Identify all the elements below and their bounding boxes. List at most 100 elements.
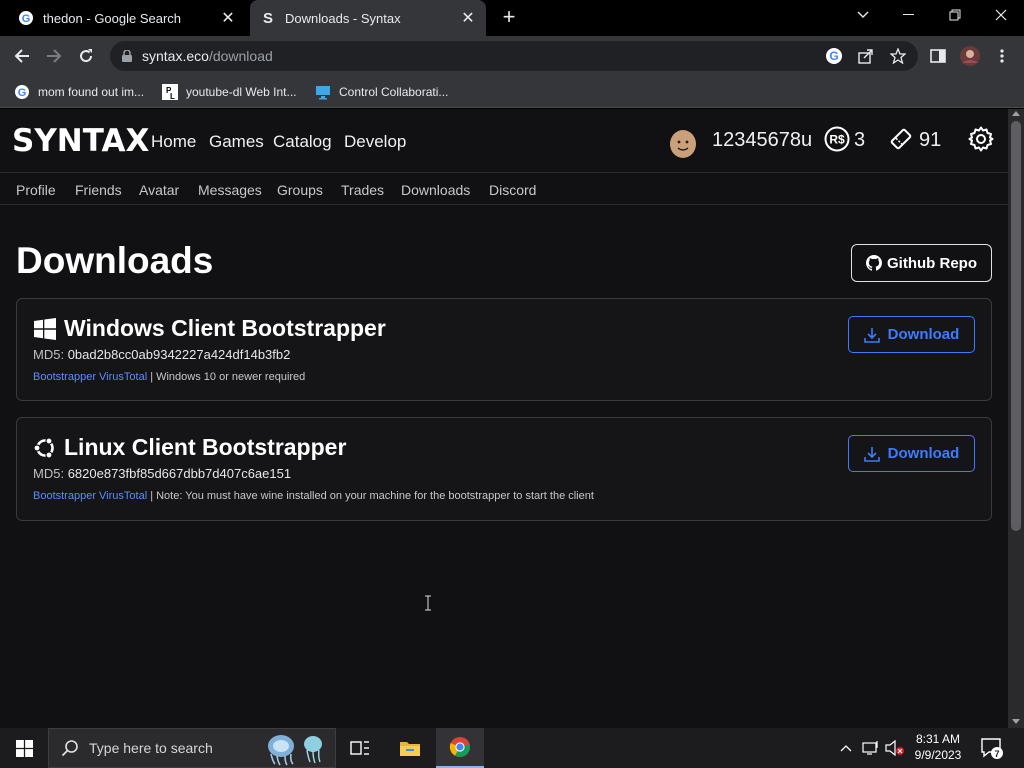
bookmark-item[interactable]: Control Collaborati... (315, 81, 448, 103)
lock-icon[interactable] (120, 49, 134, 63)
svg-text:G: G (829, 49, 838, 63)
virustotal-link[interactable]: Bootstrapper VirusTotal (33, 371, 147, 383)
google-g-icon: G (18, 10, 34, 26)
subnav-friends[interactable]: Friends (75, 182, 122, 198)
share-icon[interactable] (854, 44, 878, 68)
linux-bootstrapper-card: Linux Client Bootstrapper MD5: 6820e873f… (16, 417, 992, 521)
user-avatar[interactable] (669, 127, 697, 159)
google-lens-icon[interactable]: G (822, 44, 846, 68)
tab-title: thedon - Google Search (43, 10, 182, 26)
restore-icon[interactable] (932, 0, 978, 30)
tab-google-search[interactable]: G thedon - Google Search ✕ (8, 0, 246, 36)
windows-bootstrapper-card: Windows Client Bootstrapper MD5: 0bad2b8… (16, 298, 992, 401)
forward-arrow-icon[interactable] (42, 44, 66, 68)
download-icon (863, 446, 880, 462)
menu-kebab-icon[interactable] (990, 44, 1014, 68)
file-explorer-icon[interactable] (386, 728, 434, 768)
bookmark-item[interactable]: G mom found out im... (14, 81, 144, 103)
task-view-icon[interactable] (336, 728, 384, 768)
chrome-icon[interactable] (436, 728, 484, 768)
new-tab-button[interactable]: + (498, 6, 520, 28)
ubuntu-icon (33, 436, 54, 459)
notification-center-icon[interactable]: 7 (980, 736, 1004, 760)
page-title: Downloads (16, 240, 214, 281)
network-icon[interactable] (860, 728, 882, 768)
close-tab-icon[interactable]: ✕ (460, 10, 476, 27)
tab-search-chevron-icon[interactable] (840, 0, 886, 30)
nav-home[interactable]: Home (151, 132, 196, 152)
reload-icon[interactable] (74, 44, 98, 68)
md5-hash: MD5: 6820e873fbf85d667dbb7d407c6ae151 (33, 466, 292, 481)
nav-catalog[interactable]: Catalog (273, 132, 332, 152)
page-scrollbar[interactable] (1008, 109, 1024, 728)
bookmark-label: youtube-dl Web Int... (186, 85, 297, 99)
start-windows-icon[interactable] (0, 728, 48, 768)
github-repo-button[interactable]: Github Repo (851, 244, 992, 282)
screen: G thedon - Google Search ✕ S Downloads -… (0, 0, 1024, 768)
clock-date: 9/9/2023 (914, 748, 962, 762)
monitor-icon (315, 84, 331, 100)
subnav-downloads[interactable]: Downloads (401, 182, 470, 198)
requirement-note: | Windows 10 or newer required (147, 371, 306, 383)
card-meta: Bootstrapper VirusTotal | Windows 10 or … (33, 371, 305, 383)
ticket-icon (888, 126, 914, 152)
tab-title: Downloads - Syntax (285, 10, 401, 26)
github-repo-label: Github Repo (887, 254, 977, 272)
syntax-logo[interactable]: SYNTAX (12, 123, 149, 159)
scroll-down-arrow-icon[interactable] (1012, 719, 1020, 724)
taskbar-clock[interactable]: 8:31 AM 9/9/2023 (910, 731, 966, 763)
subnav-discord[interactable]: Discord (489, 182, 536, 198)
virustotal-link[interactable]: Bootstrapper VirusTotal (33, 490, 147, 502)
card-title: Windows Client Bootstrapper (33, 315, 386, 342)
md5-hash: MD5: 0bad2b8cc0ab9342227a424df14b3fb2 (33, 347, 291, 362)
username[interactable]: 12345678u (712, 129, 812, 152)
browser-tab-strip: G thedon - Google Search ✕ S Downloads -… (0, 0, 1024, 36)
tray-chevron-up-icon[interactable] (836, 728, 856, 768)
close-window-icon[interactable] (978, 0, 1024, 30)
download-button[interactable]: Download (848, 316, 975, 353)
card-title-text: Windows Client Bootstrapper (64, 315, 386, 341)
subnav-avatar[interactable]: Avatar (139, 182, 179, 198)
tab-downloads-syntax[interactable]: S Downloads - Syntax ✕ (250, 0, 486, 36)
search-placeholder: Type here to search (89, 740, 213, 756)
settings-gear-icon[interactable] (968, 126, 994, 152)
subnav-groups[interactable]: Groups (277, 182, 323, 198)
star-bookmark-icon[interactable] (886, 44, 910, 68)
side-panel-icon[interactable] (926, 44, 950, 68)
card-title: Linux Client Bootstrapper (33, 434, 346, 461)
card-title-text: Linux Client Bootstrapper (64, 434, 347, 460)
tickets-balance: 91 (919, 129, 942, 151)
svg-text:R$: R$ (829, 133, 845, 147)
svg-text:G: G (18, 87, 27, 99)
back-arrow-icon[interactable] (10, 44, 34, 68)
subnav-messages[interactable]: Messages (198, 182, 262, 198)
taskbar-search-box[interactable]: Type here to search (48, 728, 336, 768)
search-icon (61, 740, 78, 757)
scrollbar-thumb[interactable] (1011, 121, 1021, 531)
nav-games[interactable]: Games (209, 132, 264, 152)
scroll-up-arrow-icon[interactable] (1012, 111, 1020, 116)
subnav-trades[interactable]: Trades (341, 182, 384, 198)
bookmark-item[interactable]: PL youtube-dl Web Int... (162, 81, 297, 103)
minimize-icon[interactable] (886, 0, 932, 30)
google-g-icon: G (14, 84, 30, 100)
close-tab-icon[interactable]: ✕ (220, 10, 236, 27)
address-bar[interactable]: syntax.eco/download (110, 41, 918, 71)
nav-develop[interactable]: Develop (344, 132, 406, 152)
windows-icon (34, 317, 56, 340)
volume-muted-icon[interactable] (884, 728, 906, 768)
github-icon (866, 255, 882, 271)
download-button[interactable]: Download (848, 435, 975, 472)
url-text: syntax.eco/download (142, 48, 273, 64)
syntax-page: SYNTAX Home Games Catalog Develop 123456… (0, 109, 1008, 728)
svg-text:L: L (170, 92, 175, 100)
download-label: Download (887, 445, 960, 462)
card-meta: Bootstrapper VirusTotal | Note: You must… (33, 490, 594, 502)
subnav-profile[interactable]: Profile (16, 182, 56, 198)
profile-avatar-icon[interactable] (958, 44, 982, 68)
download-icon (863, 327, 880, 343)
bookmarks-bar: G mom found out im... PL youtube-dl Web … (0, 76, 1024, 108)
bookmark-label: mom found out im... (38, 85, 145, 99)
browser-toolbar: syntax.eco/download G (0, 36, 1024, 76)
text-cursor-icon (425, 595, 431, 611)
